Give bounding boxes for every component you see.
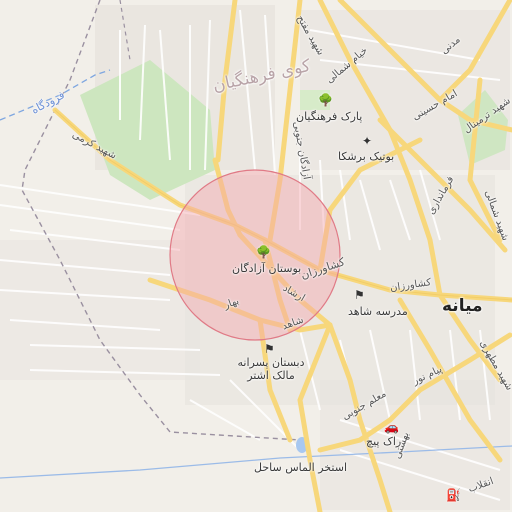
poi-bostan-azadegan[interactable]: بوستان آزادگان xyxy=(232,262,301,275)
poi-madrese-shahed[interactable]: مدرسه شاهد xyxy=(348,305,408,318)
fuel-icon[interactable]: ⛽ xyxy=(446,488,461,502)
poi-estakhr[interactable]: استخر الماس ساحل xyxy=(254,461,347,474)
poi-dabestan[interactable]: دبستان پسرانه مالک اشتر xyxy=(236,356,306,382)
tree-icon[interactable]: 🌳 xyxy=(318,93,333,107)
school-icon[interactable]: ⚑ xyxy=(354,288,365,302)
search-radius-circle xyxy=(169,169,341,341)
map-view[interactable]: کوی فرهنگیان 🌳 پارک فرهنگیان ✦ بوتیک برش… xyxy=(0,0,512,512)
car-icon[interactable]: 🚗 xyxy=(384,420,399,434)
poi-boutique[interactable]: بوتیک برشکا xyxy=(338,150,394,163)
poi-park-farhangian[interactable]: پارک فرهنگیان xyxy=(296,110,362,123)
shopping-bag-icon[interactable]: ✦ xyxy=(362,134,372,148)
school-icon[interactable]: ⚑ xyxy=(264,342,275,356)
city-label: میانه xyxy=(442,296,483,316)
tree-icon[interactable]: 🌳 xyxy=(256,245,271,259)
